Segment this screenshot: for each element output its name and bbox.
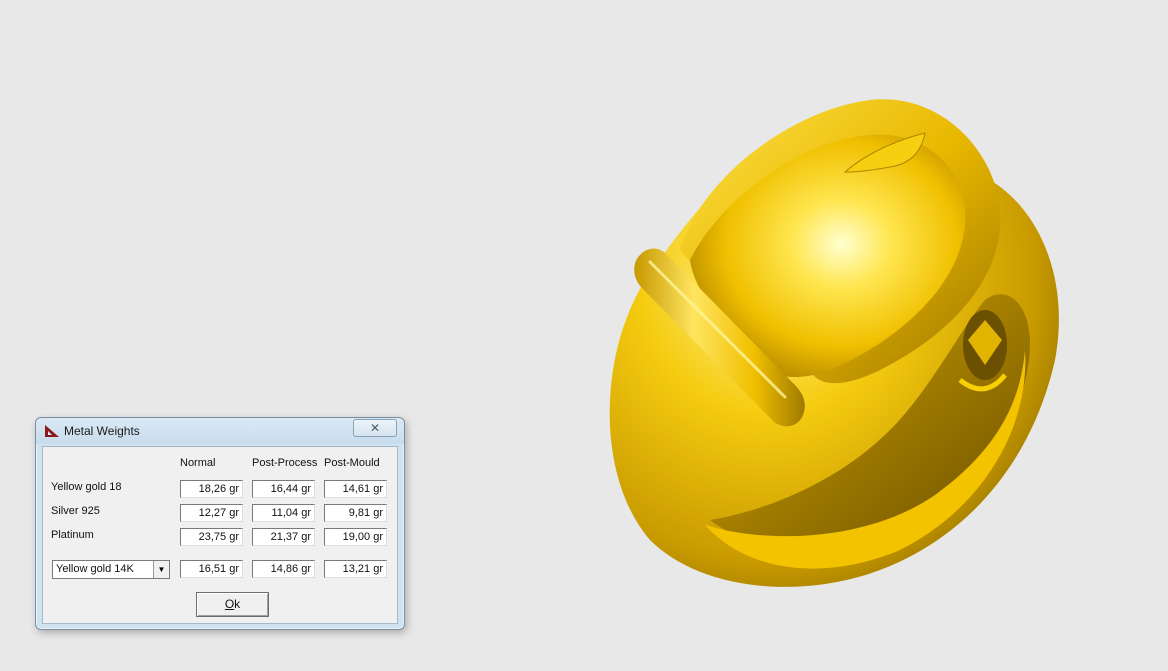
ok-button-mnemonic: O (224, 597, 235, 611)
weight-post-mould-custom[interactable]: 13,21 gr (324, 560, 387, 578)
weight-post-mould-platinum[interactable]: 19,00 gr (324, 528, 387, 546)
close-button[interactable]: ✕ (353, 419, 397, 437)
weight-normal-yellow-gold-18[interactable]: 18,26 gr (180, 480, 243, 498)
metal-select[interactable]: Yellow gold 14K ▼ (52, 560, 170, 579)
ok-button[interactable]: Ok (196, 592, 269, 617)
weight-post-process-platinum[interactable]: 21,37 gr (252, 528, 315, 546)
row-label-silver-925: Silver 925 (51, 505, 100, 517)
weight-normal-platinum[interactable]: 23,75 gr (180, 528, 243, 546)
column-header-normal: Normal (180, 457, 216, 469)
weight-normal-silver-925[interactable]: 12,27 gr (180, 504, 243, 522)
dialog-titlebar[interactable]: Metal Weights ✕ (36, 418, 404, 444)
ruler-triangle-icon (45, 425, 59, 437)
weight-post-process-silver-925[interactable]: 11,04 gr (252, 504, 315, 522)
chevron-down-icon[interactable]: ▼ (153, 561, 169, 578)
metal-weights-dialog: Metal Weights ✕ Normal Post-Process Post… (35, 417, 405, 630)
weight-post-mould-yellow-gold-18[interactable]: 14,61 gr (324, 480, 387, 498)
weight-post-mould-silver-925[interactable]: 9,81 gr (324, 504, 387, 522)
dialog-client-area: Normal Post-Process Post-Mould Yellow go… (42, 446, 398, 624)
column-header-post-process: Post-Process (252, 457, 318, 469)
dialog-title: Metal Weights (64, 424, 140, 438)
weight-post-process-custom[interactable]: 14,86 gr (252, 560, 315, 578)
row-label-yellow-gold-18: Yellow gold 18 (51, 481, 122, 493)
weight-post-process-yellow-gold-18[interactable]: 16,44 gr (252, 480, 315, 498)
close-icon: ✕ (369, 421, 381, 435)
metal-select-value: Yellow gold 14K (56, 563, 134, 575)
ok-button-label-rest: k (234, 597, 241, 611)
column-header-post-mould: Post-Mould (324, 457, 380, 469)
row-label-platinum: Platinum (51, 529, 94, 541)
weight-normal-custom[interactable]: 16,51 gr (180, 560, 243, 578)
